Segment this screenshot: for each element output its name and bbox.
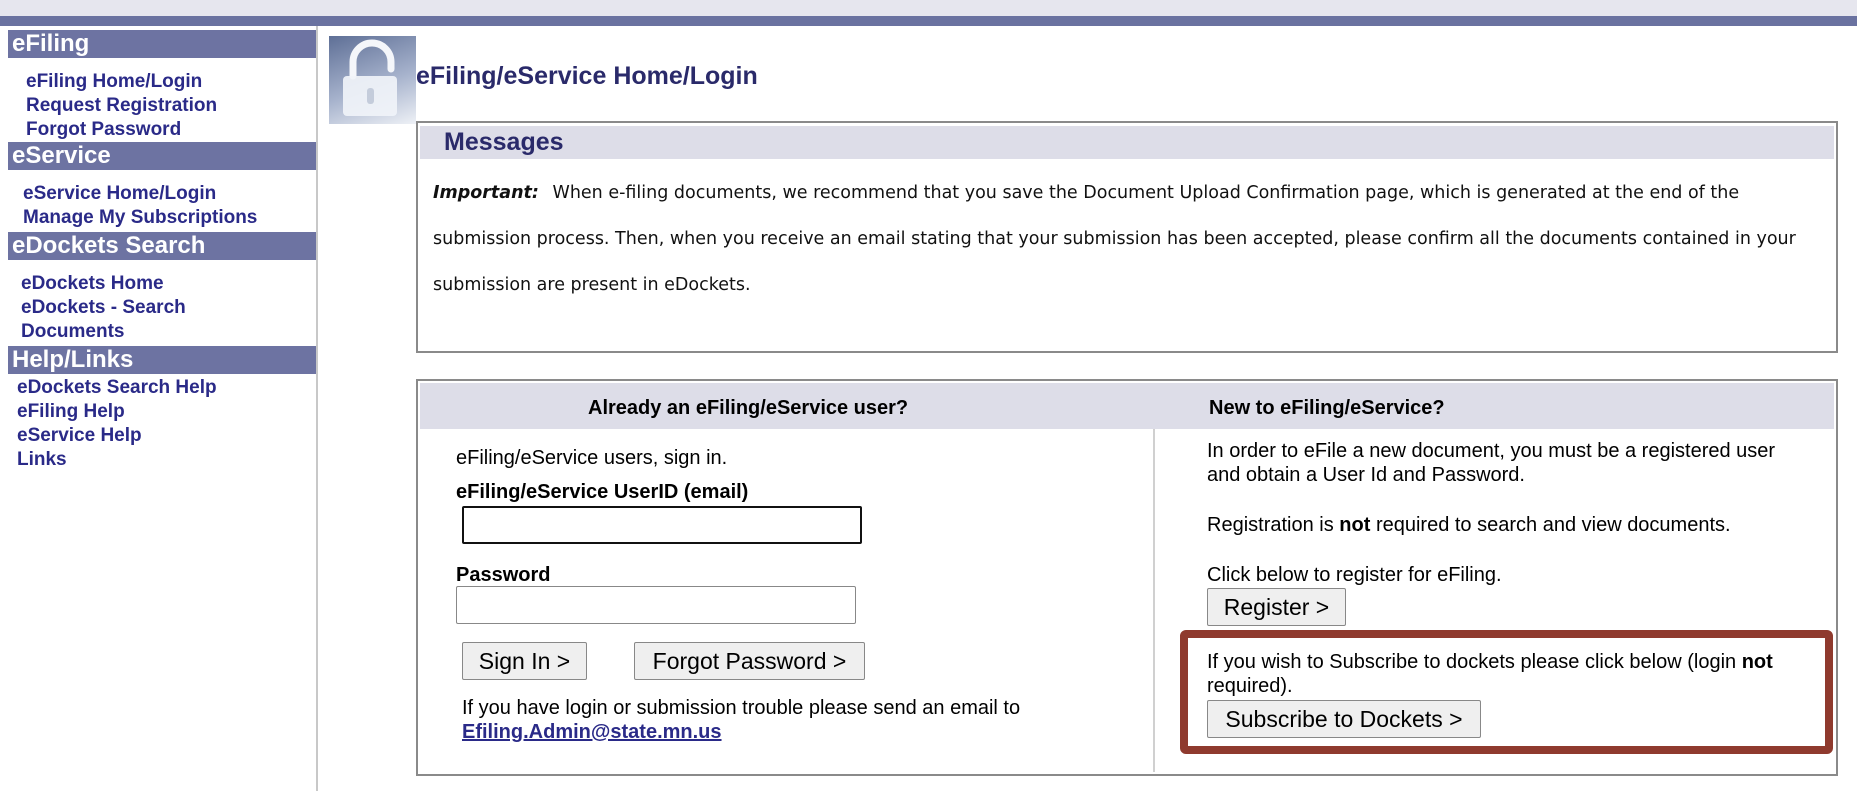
messages-body: Important: When e-filing documents, we r… <box>433 170 1823 308</box>
sidebar-link-request-registration[interactable]: Request Registration <box>26 94 217 118</box>
password-label: Password <box>456 564 551 586</box>
registration-note-bold: not <box>1339 514 1371 536</box>
sidebar-link-edockets-search[interactable]: eDockets - Search <box>21 296 186 320</box>
page-title: eFiling/eService Home/Login <box>416 62 758 90</box>
messages-heading: Messages <box>444 128 564 156</box>
sidebar-heading-edockets: eDockets Search <box>8 232 316 260</box>
lock-icon <box>329 36 416 124</box>
sidebar-link-efiling-home[interactable]: eFiling Home/Login <box>26 70 202 94</box>
message-line-1: Important: When e-filing documents, we r… <box>433 170 1823 216</box>
new-user-heading: New to eFiling/eService? <box>1209 397 1445 419</box>
sidebar-link-edockets-documents[interactable]: Documents <box>21 320 124 344</box>
sidebar-link-efiling-help[interactable]: eFiling Help <box>17 400 125 424</box>
password-input[interactable] <box>456 586 856 624</box>
sidebar-link-edockets-search-help[interactable]: eDockets Search Help <box>17 376 217 400</box>
registration-note: Registration is not required to search a… <box>1207 514 1731 537</box>
sign-in-button[interactable]: Sign In > <box>462 642 587 680</box>
sidebar-heading-efiling: eFiling <box>8 30 316 58</box>
message-line-1-text: When e-filing documents, we recommend th… <box>552 183 1740 203</box>
userid-input[interactable] <box>462 506 862 544</box>
register-info-line-2: and obtain a User Id and Password. <box>1207 464 1525 486</box>
message-line-3: submission are present in eDockets. <box>433 275 751 295</box>
registration-note-prefix: Registration is <box>1207 514 1334 536</box>
register-button[interactable]: Register > <box>1207 588 1346 626</box>
login-panel-header: Already an eFiling/eService user? New to… <box>420 383 1834 429</box>
forgot-password-button[interactable]: Forgot Password > <box>634 642 865 680</box>
top-banner-bar <box>0 16 1857 26</box>
messages-panel: Messages Important: When e-filing docume… <box>416 121 1838 353</box>
sidebar-link-forgot-password[interactable]: Forgot Password <box>26 118 181 142</box>
column-divider <box>1153 429 1155 772</box>
message-line-2: submission process. Then, when you recei… <box>433 229 1796 249</box>
sidebar-link-manage-subscriptions[interactable]: Manage My Subscriptions <box>23 206 257 230</box>
existing-user-heading: Already an eFiling/eService user? <box>588 397 909 419</box>
sidebar-heading-eservice: eService <box>8 142 316 170</box>
register-info-line-1: In order to eFile a new document, you mu… <box>1207 440 1776 462</box>
registration-note-suffix: required to search and view documents. <box>1375 514 1731 536</box>
important-label: Important: <box>433 183 539 203</box>
top-banner <box>0 0 1857 26</box>
sidebar-link-edockets-home[interactable]: eDockets Home <box>21 272 164 296</box>
subscribe-highlight <box>1180 630 1833 754</box>
sidebar-link-links[interactable]: Links <box>17 448 67 472</box>
sidebar-heading-help: Help/Links <box>8 346 316 374</box>
sign-in-intro: eFiling/eService users, sign in. <box>456 447 728 469</box>
sidebar: eFiling eFiling Home/Login Request Regis… <box>0 26 318 791</box>
messages-header: Messages <box>420 126 1834 159</box>
sidebar-link-eservice-help[interactable]: eService Help <box>17 424 142 448</box>
userid-label: eFiling/eService UserID (email) <box>456 481 749 503</box>
trouble-text: If you have login or submission trouble … <box>462 697 1021 719</box>
register-prompt: Click below to register for eFiling. <box>1207 564 1502 586</box>
admin-email-link[interactable]: Efiling.Admin@state.mn.us <box>462 721 722 744</box>
sidebar-link-eservice-home[interactable]: eService Home/Login <box>23 182 216 206</box>
